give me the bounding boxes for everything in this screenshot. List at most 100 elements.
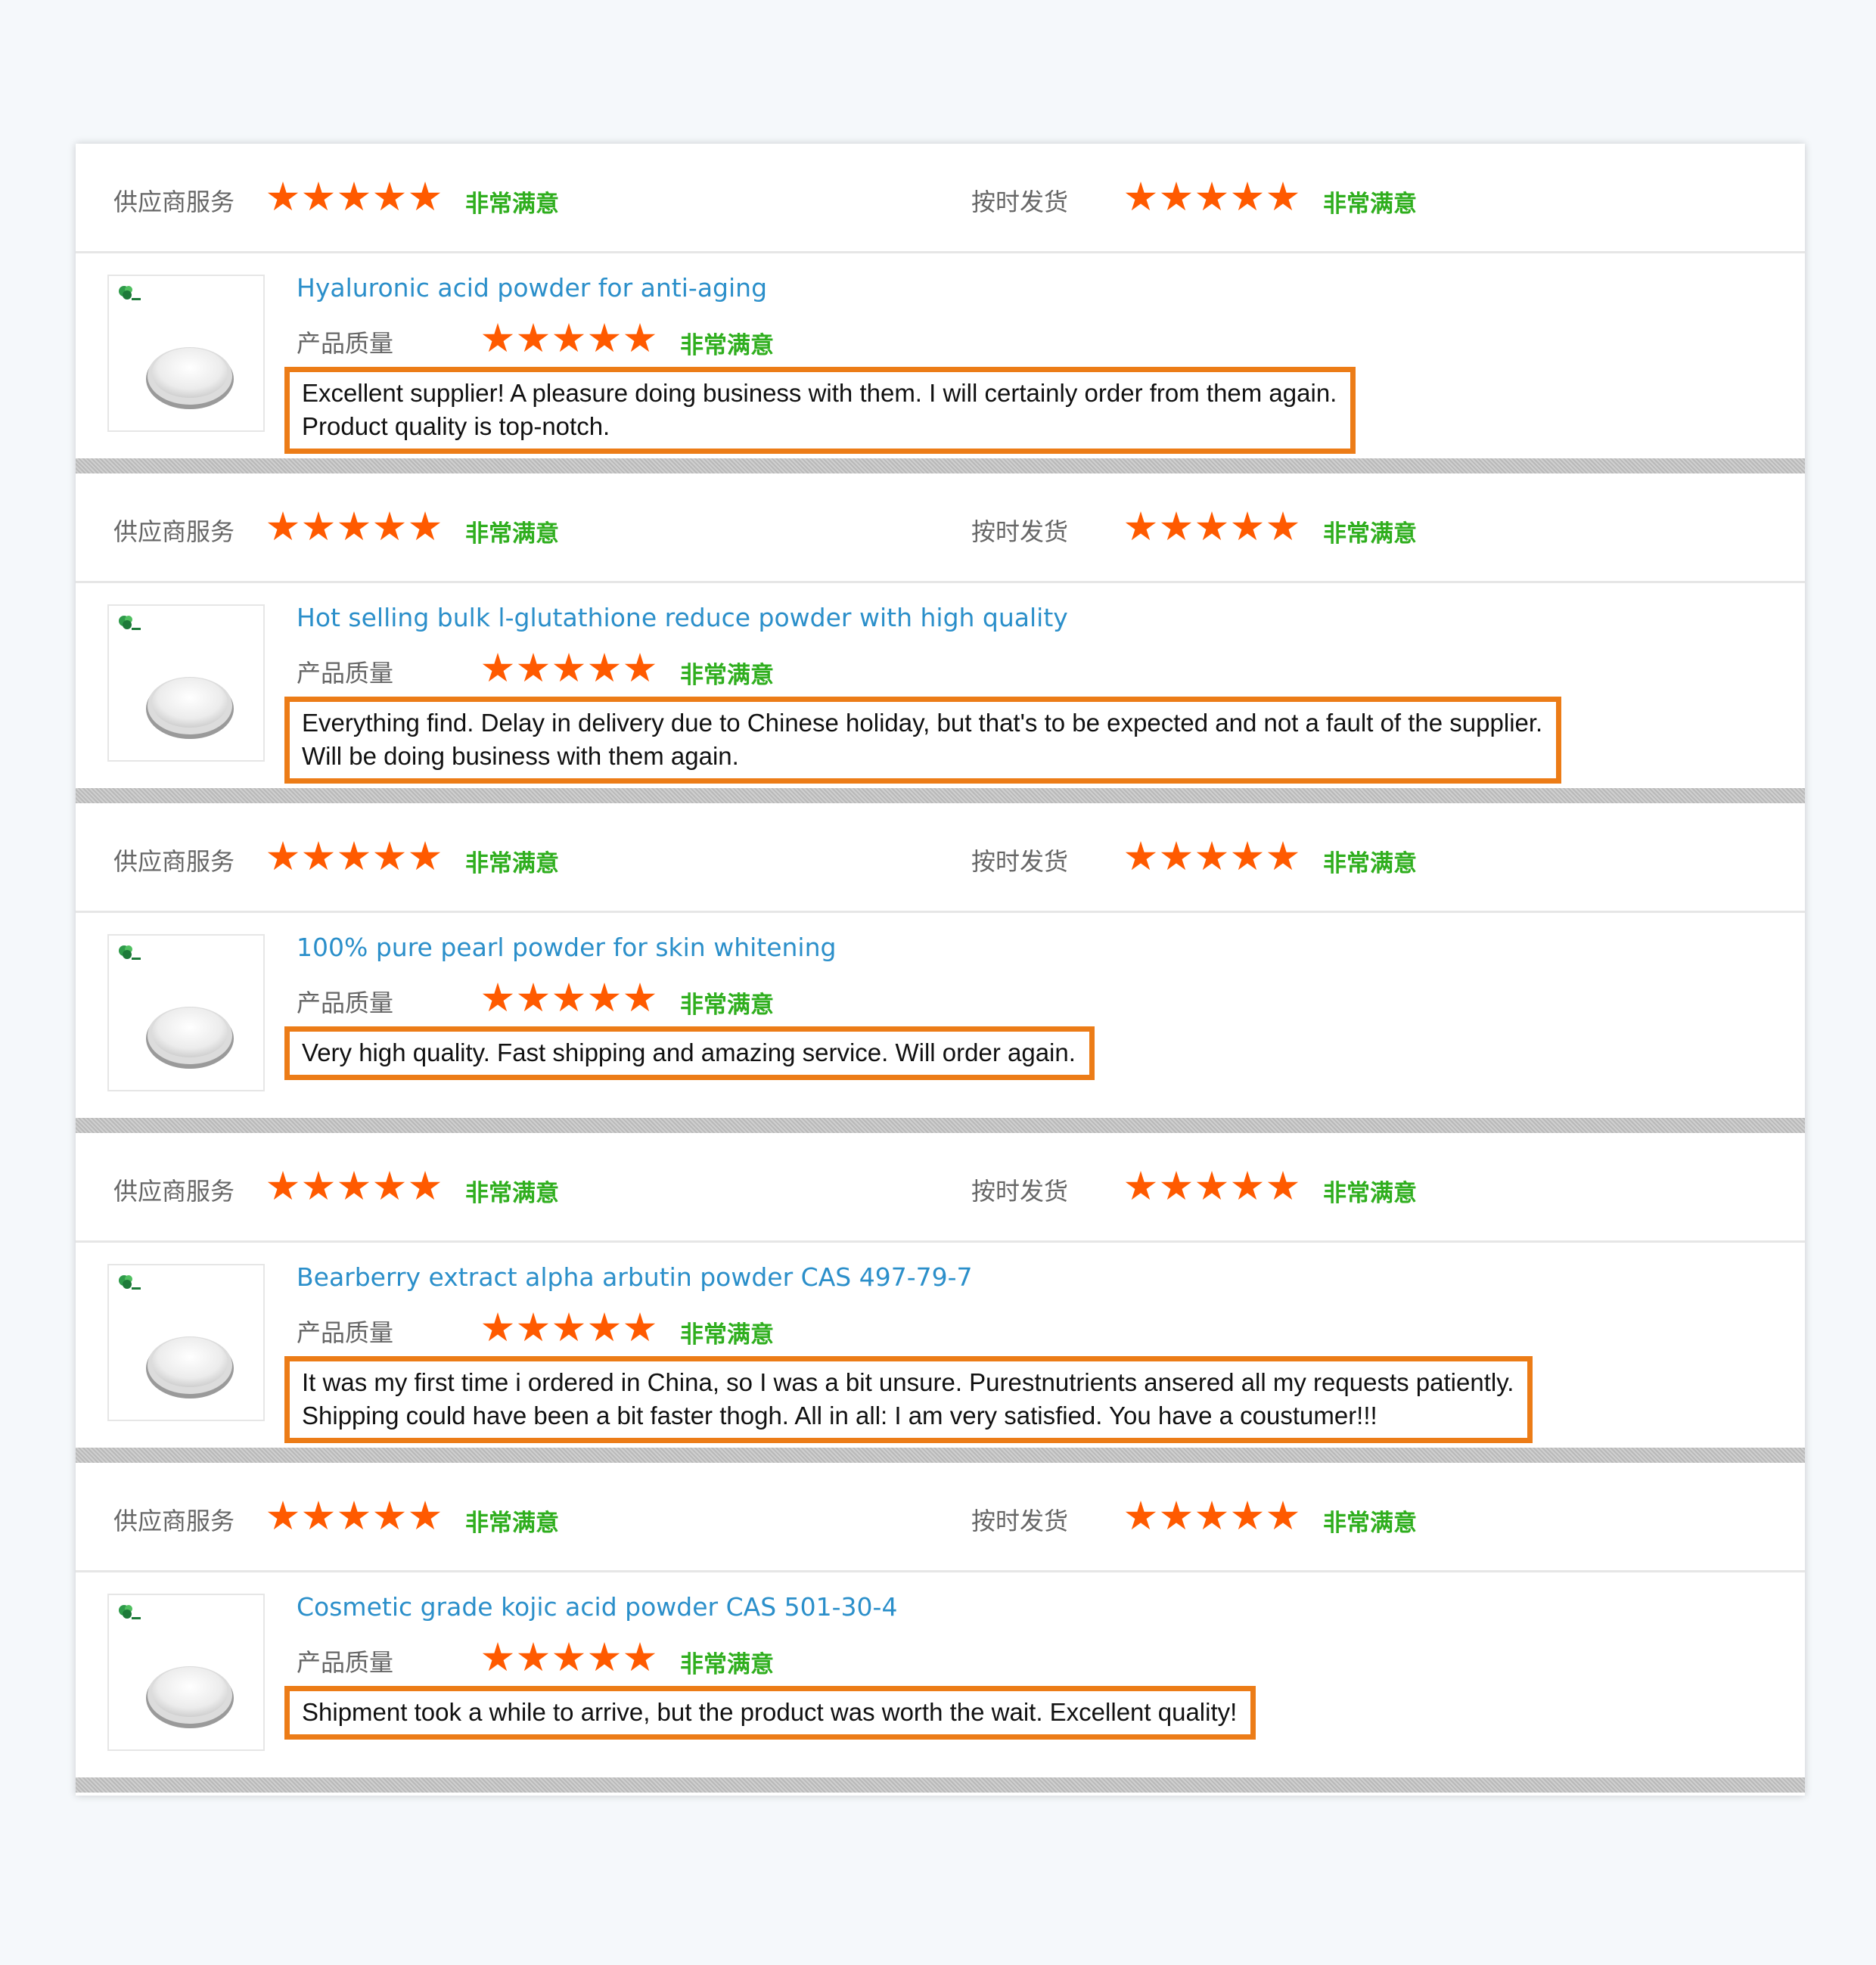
star-icon	[553, 983, 585, 1012]
star-icon	[374, 841, 405, 871]
on-time-delivery-stars	[1125, 1171, 1303, 1206]
star-icon	[303, 1501, 334, 1530]
brand-logo-icon	[119, 1605, 141, 1619]
star-icon	[303, 841, 334, 871]
star-icon	[1196, 182, 1228, 211]
product-title-link[interactable]: Bearberry extract alpha arbutin powder C…	[297, 1262, 973, 1292]
star-icon	[303, 511, 334, 541]
star-icon	[409, 182, 441, 211]
star-icon	[409, 511, 441, 541]
on-time-delivery-verdict: 非常满意	[1323, 850, 1417, 877]
on-time-delivery-verdict: 非常满意	[1323, 1510, 1417, 1537]
product-area: Cosmetic grade kojic acid powder CAS 501…	[76, 1572, 1805, 1777]
star-icon	[517, 323, 549, 352]
on-time-delivery-stars	[1125, 182, 1303, 216]
supplier-service-stars	[267, 1171, 445, 1206]
review-card-3: 供应商服务 非常满意 按时发货 非常满意 100% pure pearl pow…	[76, 803, 1805, 1133]
star-icon	[267, 182, 299, 211]
star-icon	[1160, 1501, 1192, 1530]
review-separator	[76, 458, 1805, 473]
product-quality-rating: 产品质量 非常满意	[297, 983, 826, 1020]
product-title-link[interactable]: Hyaluronic acid powder for anti-aging	[297, 273, 767, 303]
review-comment-line: It was my first time i ordered in China,…	[302, 1368, 1514, 1396]
review-comment-line: Very high quality. Fast shipping and ama…	[302, 1038, 1076, 1066]
review-separator	[76, 1118, 1805, 1133]
product-title-link[interactable]: Cosmetic grade kojic acid powder CAS 501…	[297, 1592, 897, 1622]
product-quality-verdict: 非常满意	[680, 992, 774, 1019]
star-icon	[482, 323, 514, 352]
review-separator	[76, 1448, 1805, 1463]
star-icon	[409, 1171, 441, 1200]
product-quality-stars	[482, 1312, 660, 1347]
product-thumbnail[interactable]	[107, 275, 265, 432]
review-comment-line: Product quality is top-notch.	[302, 412, 610, 440]
product-title-link[interactable]: Hot selling bulk l-glutathione reduce po…	[297, 603, 1068, 632]
on-time-delivery-stars	[1125, 511, 1303, 546]
product-thumbnail[interactable]	[107, 934, 265, 1091]
supplier-service-label: 供应商服务	[113, 188, 235, 216]
star-icon	[553, 323, 585, 352]
star-icon	[338, 1501, 370, 1530]
on-time-delivery-verdict: 非常满意	[1323, 520, 1417, 548]
star-icon	[589, 1312, 620, 1342]
star-icon	[1160, 1171, 1192, 1200]
ratings-row: 供应商服务 非常满意 按时发货 非常满意	[76, 1133, 1805, 1243]
star-icon	[624, 323, 656, 352]
on-time-delivery-label: 按时发货	[971, 1177, 1069, 1206]
star-icon	[1232, 182, 1263, 211]
product-quality-label: 产品质量	[297, 659, 394, 688]
star-icon	[553, 653, 585, 682]
star-icon	[1196, 1171, 1228, 1200]
review-comment: Everything find. Delay in delivery due t…	[284, 697, 1562, 784]
star-icon	[624, 653, 656, 682]
star-icon	[338, 841, 370, 871]
star-icon	[482, 983, 514, 1012]
supplier-service-label: 供应商服务	[113, 847, 235, 876]
supplier-service-verdict: 非常满意	[465, 1180, 559, 1207]
star-icon	[553, 1312, 585, 1342]
supplier-service-stars	[267, 182, 445, 216]
on-time-delivery-verdict: 非常满意	[1323, 191, 1417, 218]
product-quality-rating: 产品质量 非常满意	[297, 1642, 826, 1680]
star-icon	[1125, 1171, 1157, 1200]
product-quality-verdict: 非常满意	[680, 1651, 774, 1678]
star-icon	[1125, 841, 1157, 871]
product-thumbnail[interactable]	[107, 1264, 265, 1421]
star-icon	[1125, 182, 1157, 211]
review-card-1: 供应商服务 非常满意 按时发货 非常满意 Hyaluronic acid pow…	[76, 144, 1805, 473]
product-area: 100% pure pearl powder for skin whitenin…	[76, 913, 1805, 1118]
review-comment-line: Shipping could have been a bit faster th…	[302, 1402, 1377, 1430]
ratings-row: 供应商服务 非常满意 按时发货 非常满意	[76, 1463, 1805, 1572]
star-icon	[1232, 511, 1263, 541]
star-icon	[1232, 841, 1263, 871]
star-icon	[267, 511, 299, 541]
product-title-link[interactable]: 100% pure pearl powder for skin whitenin…	[297, 933, 836, 962]
review-comment: Excellent supplier! A pleasure doing bus…	[284, 367, 1356, 454]
star-icon	[482, 1642, 514, 1672]
star-icon	[338, 182, 370, 211]
supplier-service-label: 供应商服务	[113, 517, 235, 546]
star-icon	[1196, 841, 1228, 871]
review-comment-line: Everything find. Delay in delivery due t…	[302, 709, 1543, 737]
review-comment-line: Shipment took a while to arrive, but the…	[302, 1698, 1238, 1726]
star-icon	[1267, 182, 1299, 211]
star-icon	[482, 653, 514, 682]
review-separator	[76, 1777, 1805, 1793]
review-comment: Very high quality. Fast shipping and ama…	[284, 1026, 1095, 1080]
product-quality-verdict: 非常满意	[680, 662, 774, 689]
star-icon	[1160, 841, 1192, 871]
star-icon	[267, 1171, 299, 1200]
star-icon	[624, 983, 656, 1012]
star-icon	[517, 653, 549, 682]
review-card-4: 供应商服务 非常满意 按时发货 非常满意 Bearberry extract a…	[76, 1133, 1805, 1463]
ratings-row: 供应商服务 非常满意 按时发货 非常满意	[76, 144, 1805, 253]
product-quality-rating: 产品质量 非常满意	[297, 323, 826, 361]
brand-logo-icon	[119, 286, 141, 300]
star-icon	[553, 1642, 585, 1672]
product-thumbnail[interactable]	[107, 604, 265, 762]
star-icon	[1267, 841, 1299, 871]
product-thumbnail[interactable]	[107, 1594, 265, 1751]
powder-dish-icon	[146, 347, 234, 409]
star-icon	[1160, 511, 1192, 541]
product-area: Hyaluronic acid powder for anti-aging 产品…	[76, 253, 1805, 458]
